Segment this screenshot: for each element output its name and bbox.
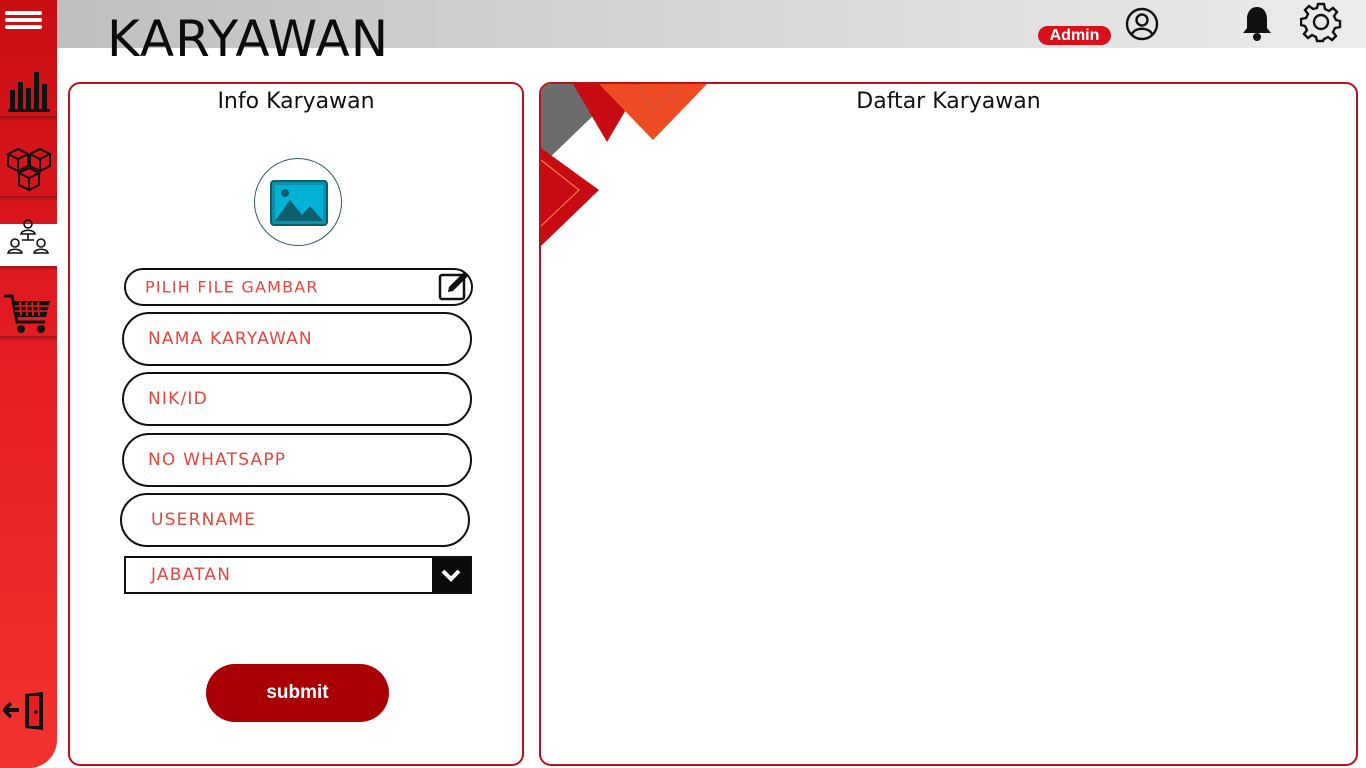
- daftar-karyawan-panel: Daftar Karyawan: [539, 82, 1358, 766]
- sidebar-item-dashboard[interactable]: [0, 62, 57, 114]
- jabatan-select[interactable]: JABATAN: [124, 556, 472, 594]
- jabatan-selected-value: JABATAN: [151, 565, 232, 585]
- user-profile-icon[interactable]: [1125, 7, 1159, 41]
- notification-bell-icon[interactable]: [1239, 4, 1275, 42]
- sidebar-item-products[interactable]: [0, 140, 57, 194]
- nik-placeholder: NIK/ID: [148, 389, 208, 409]
- people-network-icon: [6, 218, 50, 267]
- panel-title-info: Info Karyawan: [217, 89, 375, 114]
- boxes-icon: [4, 142, 54, 197]
- username-placeholder: USERNAME: [151, 510, 257, 530]
- logout-icon: [1, 690, 47, 737]
- whatsapp-placeholder: NO WHATSAPP: [148, 450, 287, 470]
- employee-name-field[interactable]: NAMA KARYAWAN: [122, 312, 472, 366]
- sidebar-item-cart[interactable]: [0, 290, 57, 336]
- employee-name-placeholder: NAMA KARYAWAN: [148, 329, 313, 349]
- sidebar-item-logout[interactable]: [0, 690, 57, 734]
- username-field[interactable]: USERNAME: [120, 493, 470, 547]
- page-title: KARYAWAN: [107, 10, 390, 68]
- whatsapp-field[interactable]: NO WHATSAPP: [122, 433, 472, 487]
- shopping-cart-icon: [3, 292, 53, 341]
- panel-title-daftar: Daftar Karyawan: [856, 89, 1041, 114]
- submit-button[interactable]: submit: [206, 664, 389, 722]
- sidebar-item-employees[interactable]: [0, 219, 57, 266]
- chevron-down-icon[interactable]: [432, 558, 470, 592]
- nik-field[interactable]: NIK/ID: [122, 372, 472, 426]
- edit-icon[interactable]: [437, 268, 471, 307]
- bar-chart-icon: [8, 66, 50, 117]
- photo-preview: [254, 158, 342, 246]
- file-picker-input[interactable]: PILIH FILE GAMBAR: [124, 268, 473, 306]
- user-role-badge: Admin: [1038, 26, 1111, 45]
- file-picker-label: PILIH FILE GAMBAR: [145, 277, 319, 297]
- sidebar-menu-toggle[interactable]: [0, 4, 57, 34]
- settings-gear-icon[interactable]: [1299, 2, 1342, 44]
- image-placeholder-icon: [270, 180, 328, 231]
